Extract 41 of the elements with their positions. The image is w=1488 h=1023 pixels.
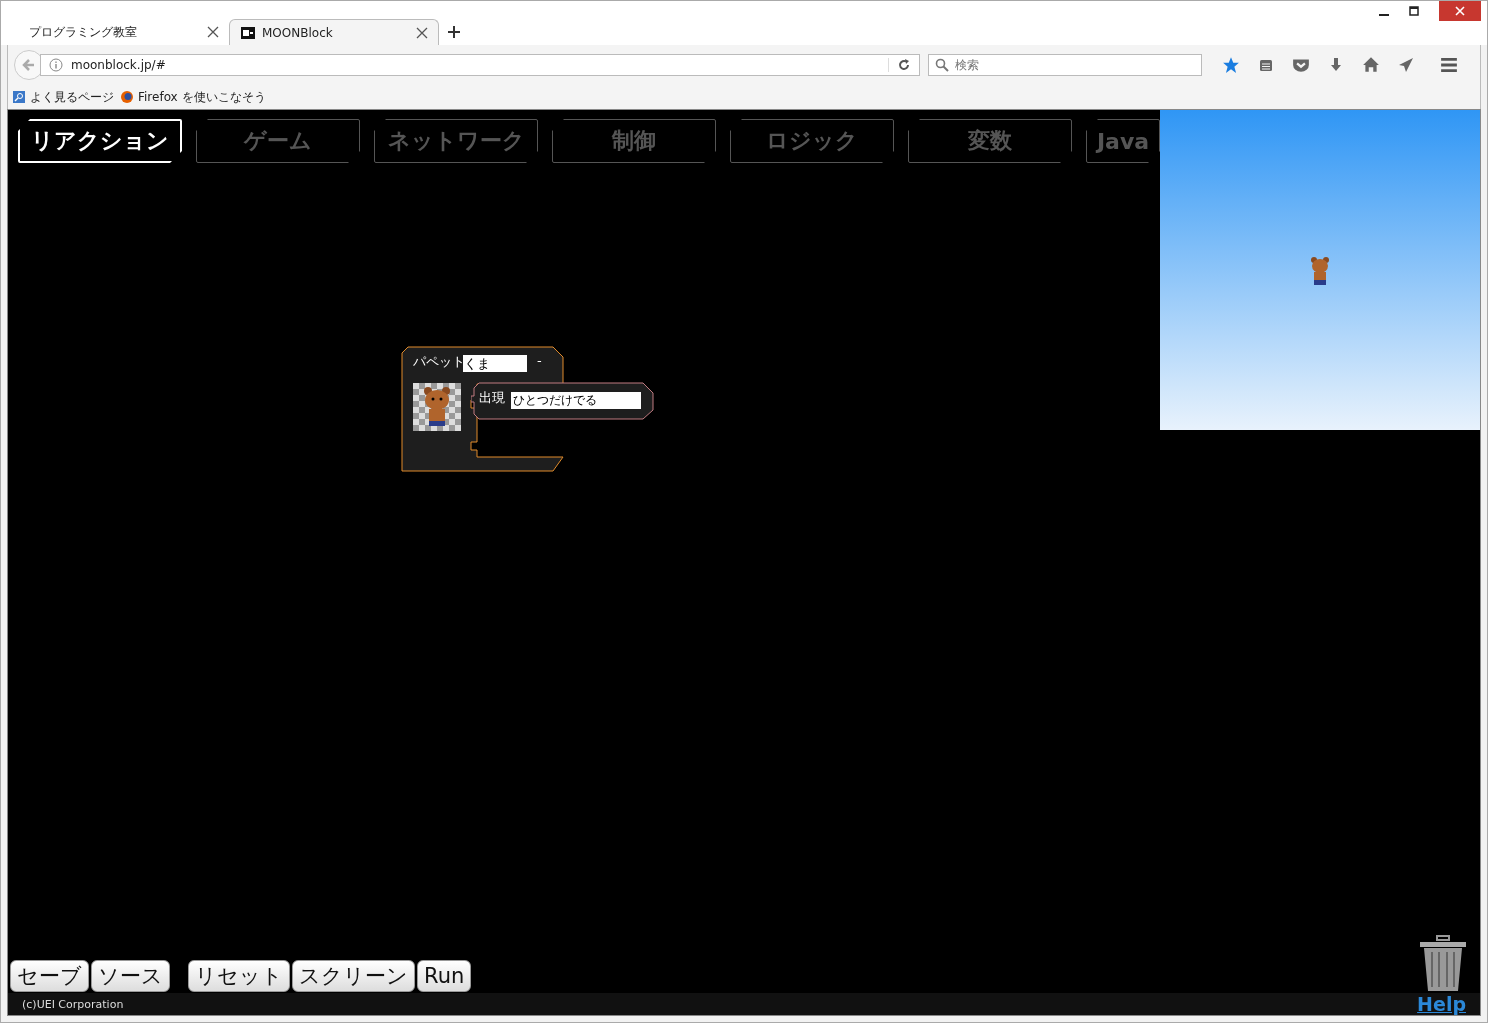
search-icon [935, 58, 949, 72]
page-icon [240, 24, 256, 41]
toolbar-button[interactable]: ソース [91, 960, 170, 992]
pocket-icon[interactable] [1292, 56, 1310, 74]
block-label: パペット [413, 353, 465, 371]
action-label: 出現 [479, 389, 505, 407]
home-icon[interactable] [1362, 56, 1380, 74]
search-bar[interactable]: 検索 [928, 54, 1202, 76]
copyright-text: (c)UEI Corporation [22, 997, 124, 1011]
action-field[interactable]: ひとつだけでる [511, 392, 641, 409]
globe-icon [120, 90, 134, 104]
bookmark-link[interactable]: よく見るページ [12, 88, 114, 106]
paper-plane-icon[interactable] [1398, 57, 1414, 73]
close-icon[interactable] [416, 26, 428, 39]
search-field[interactable]: 検索 [953, 57, 1187, 73]
name-field[interactable]: くま [463, 355, 527, 372]
browser-tab[interactable]: MOONBlock [229, 19, 439, 45]
menu-icon[interactable] [1440, 56, 1458, 74]
info-icon [49, 58, 63, 72]
toolbar-button[interactable]: リセット [188, 960, 290, 992]
close-button[interactable] [1439, 1, 1481, 21]
new-tab-icon[interactable] [447, 25, 461, 39]
collapse-toggle[interactable]: - [537, 353, 542, 368]
browser-tab[interactable]: プログラミング教室 [19, 19, 229, 45]
reading-list-icon[interactable] [1258, 57, 1274, 73]
trash-can-icon[interactable] [1418, 935, 1468, 993]
toolbar-button[interactable]: スクリーン [292, 960, 415, 992]
star-icon[interactable] [1222, 56, 1240, 74]
close-icon[interactable] [207, 26, 219, 38]
maximize-icon[interactable] [1409, 6, 1419, 16]
bear-sprite-drawing [413, 383, 461, 431]
bear-sprite-drawing [1310, 256, 1330, 286]
category-tab[interactable]: リアクション [18, 119, 182, 163]
reload-icon[interactable] [888, 58, 911, 72]
bookmark-link[interactable]: Firefox を使いこなそう [120, 88, 266, 106]
download-icon[interactable] [1328, 57, 1344, 73]
toolbar-button[interactable]: セーブ [10, 960, 89, 992]
address-bar[interactable]: moonblock.jp/# [40, 54, 920, 76]
toolbar-button[interactable]: Run [417, 960, 472, 992]
help-link[interactable]: Help [1417, 993, 1466, 1015]
page-search-icon [12, 90, 26, 104]
